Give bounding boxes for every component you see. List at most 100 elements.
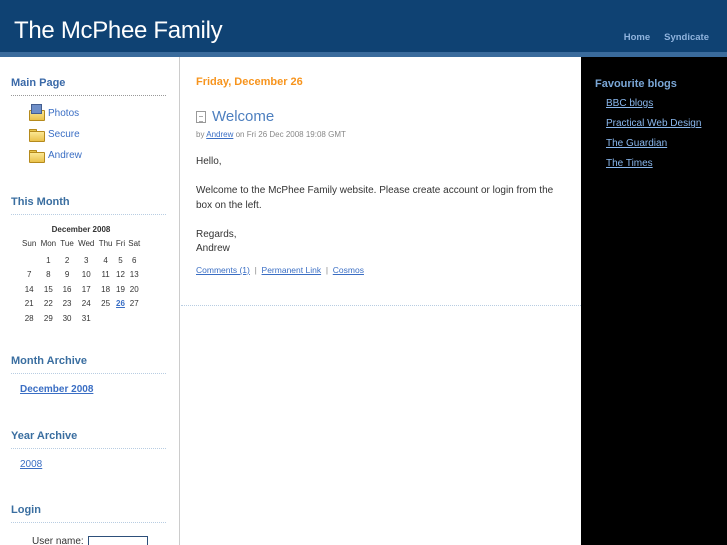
sidebar-item-label[interactable]: Secure: [48, 129, 80, 140]
calendar-weekday: Thu: [98, 239, 113, 248]
calendar-day: [20, 253, 38, 268]
calendar-week: 1 2 3 456: [20, 253, 142, 268]
calendar-day: 31: [81, 313, 91, 323]
byline-date: on Fri 26 Dec 2008 19:08 GMT: [235, 130, 346, 139]
month-archive-heading: Month Archive: [11, 355, 166, 374]
calendar-weekday: Wed: [78, 239, 95, 248]
document-icon: [196, 110, 206, 123]
blog-link-practical-web-design[interactable]: Practical Web Design: [606, 118, 701, 129]
calendar-day: 29: [43, 313, 53, 323]
calendar-day: 22: [43, 299, 53, 309]
post-footer-links: Comments (1) | Permanent Link | Cosmos: [196, 265, 364, 275]
calendar-day: 13: [129, 270, 139, 280]
calendar-day: 25: [101, 299, 111, 309]
post-divider: [181, 305, 581, 306]
calendar-day: 10: [81, 270, 91, 280]
top-nav: Home Syndicate: [624, 32, 709, 43]
calendar-weekday: Sat: [128, 239, 141, 248]
calendar-day: 21: [24, 299, 34, 309]
calendar-day: 11: [101, 270, 110, 280]
sidebar-item-label[interactable]: Andrew: [48, 150, 82, 161]
login-heading: Login: [11, 504, 166, 523]
year-archive-heading: Year Archive: [11, 430, 166, 449]
calendar-day: 19: [116, 284, 125, 294]
month-archive-link[interactable]: December 2008: [20, 384, 93, 395]
calendar-day: 6: [132, 255, 137, 265]
right-sidebar: Favourite blogs BBC blogs Practical Web …: [581, 57, 727, 545]
date-heading: Friday, December 26: [196, 76, 303, 88]
calendar-week: 7 8 9 10 11 12 13: [20, 268, 142, 283]
sidebar-item-andrew[interactable]: Andrew: [29, 150, 82, 163]
cosmos-link[interactable]: Cosmos: [333, 265, 364, 275]
calendar-day: 26: [114, 297, 126, 312]
photo-folder-icon: [29, 104, 45, 121]
calendar-day: 24: [81, 299, 91, 309]
sidebar-item-photos[interactable]: Photos: [29, 104, 79, 121]
post-paragraph: Hello,: [196, 156, 222, 167]
calendar-day: 14: [24, 284, 34, 294]
calendar-day: 3: [84, 255, 89, 265]
main-content: Friday, December 26 Welcome by Andrew on…: [181, 57, 581, 545]
nav-home-link[interactable]: Home: [624, 32, 650, 43]
sidebar-item-secure[interactable]: Secure: [29, 129, 80, 142]
calendar-day: 28: [24, 313, 34, 323]
author-link[interactable]: Andrew: [206, 130, 233, 139]
link-separator: |: [325, 265, 329, 275]
left-sidebar: Main Page Photos Secure Andrew This Mont…: [0, 57, 180, 545]
folder-icon: [29, 129, 45, 142]
calendar-day: 17: [81, 284, 91, 294]
calendar-day: 7: [26, 270, 32, 280]
calendar-day: 5: [118, 255, 123, 265]
calendar-week: 21 22 23 24 25 26 27: [20, 297, 142, 312]
blog-link-guardian[interactable]: The Guardian: [606, 138, 667, 149]
favourite-blogs-heading: Favourite blogs: [595, 78, 677, 90]
this-month-heading: This Month: [11, 196, 166, 215]
post-title: Welcome: [196, 108, 274, 125]
post-paragraph: Regards, Andrew: [196, 228, 237, 255]
post-paragraph: Welcome to the McPhee Family website. Pl…: [196, 185, 554, 211]
byline-prefix: by: [196, 130, 205, 139]
main-page-heading: Main Page: [11, 77, 166, 96]
calendar-day: 18: [101, 284, 111, 294]
link-separator: |: [254, 265, 257, 275]
post-title-link[interactable]: Welcome: [212, 108, 274, 125]
calendar-day: 1: [46, 255, 51, 265]
calendar-weekday: Mon: [40, 239, 57, 248]
calendar-day-link[interactable]: 26: [116, 299, 125, 308]
comments-link[interactable]: Comments (1): [196, 265, 250, 275]
sidebar-item-label[interactable]: Photos: [48, 108, 79, 119]
calendar-week: 14 15 16 17 18 19 20: [20, 282, 142, 297]
site-header: The McPhee Family Home Syndicate: [0, 0, 727, 57]
permanent-link[interactable]: Permanent Link: [262, 265, 322, 275]
calendar-day: 15: [43, 284, 53, 294]
calendar-day: 16: [62, 284, 72, 294]
calendar-day: 30: [62, 313, 72, 323]
calendar-grid: Sun Mon Tue Wed Thu Fri Sat 1 2 3 4 5 6 7 8 9 10 11 12 13 1…: [20, 239, 142, 326]
calendar-weekday: Sun: [22, 239, 37, 248]
blog-link-times[interactable]: The Times: [606, 158, 653, 169]
calendar-day: [114, 311, 126, 326]
calendar-day: 9: [64, 270, 70, 280]
calendar-day: 8: [46, 270, 51, 280]
username-label: User name:: [32, 536, 84, 545]
login-username-row: User name:: [32, 536, 148, 545]
calendar: December 2008 Sun Mon Tue Wed Thu Fri Sat 1234…: [20, 225, 142, 326]
calendar-weekday: Tue: [60, 239, 74, 248]
post-body: Hello, Welcome to the McPhee Family webs…: [196, 155, 566, 271]
calendar-day: 2: [64, 255, 70, 265]
blog-link-bbc[interactable]: BBC blogs: [606, 98, 653, 109]
calendar-day: 20: [129, 284, 139, 294]
calendar-day: 12: [116, 270, 125, 280]
calendar-week: 28 29 30 31: [20, 311, 142, 326]
site-title: The McPhee Family: [14, 17, 223, 44]
folder-icon: [29, 150, 45, 163]
calendar-day: [97, 311, 115, 326]
calendar-day: 27: [129, 299, 139, 309]
post-byline: by Andrew on Fri 26 Dec 2008 19:08 GMT: [196, 130, 346, 139]
calendar-day: 23: [62, 299, 72, 309]
year-archive-link[interactable]: 2008: [20, 459, 42, 470]
calendar-day: [126, 311, 142, 326]
username-input[interactable]: [87, 536, 148, 545]
nav-syndicate-link[interactable]: Syndicate: [664, 32, 709, 43]
calendar-caption: December 2008: [51, 225, 111, 234]
